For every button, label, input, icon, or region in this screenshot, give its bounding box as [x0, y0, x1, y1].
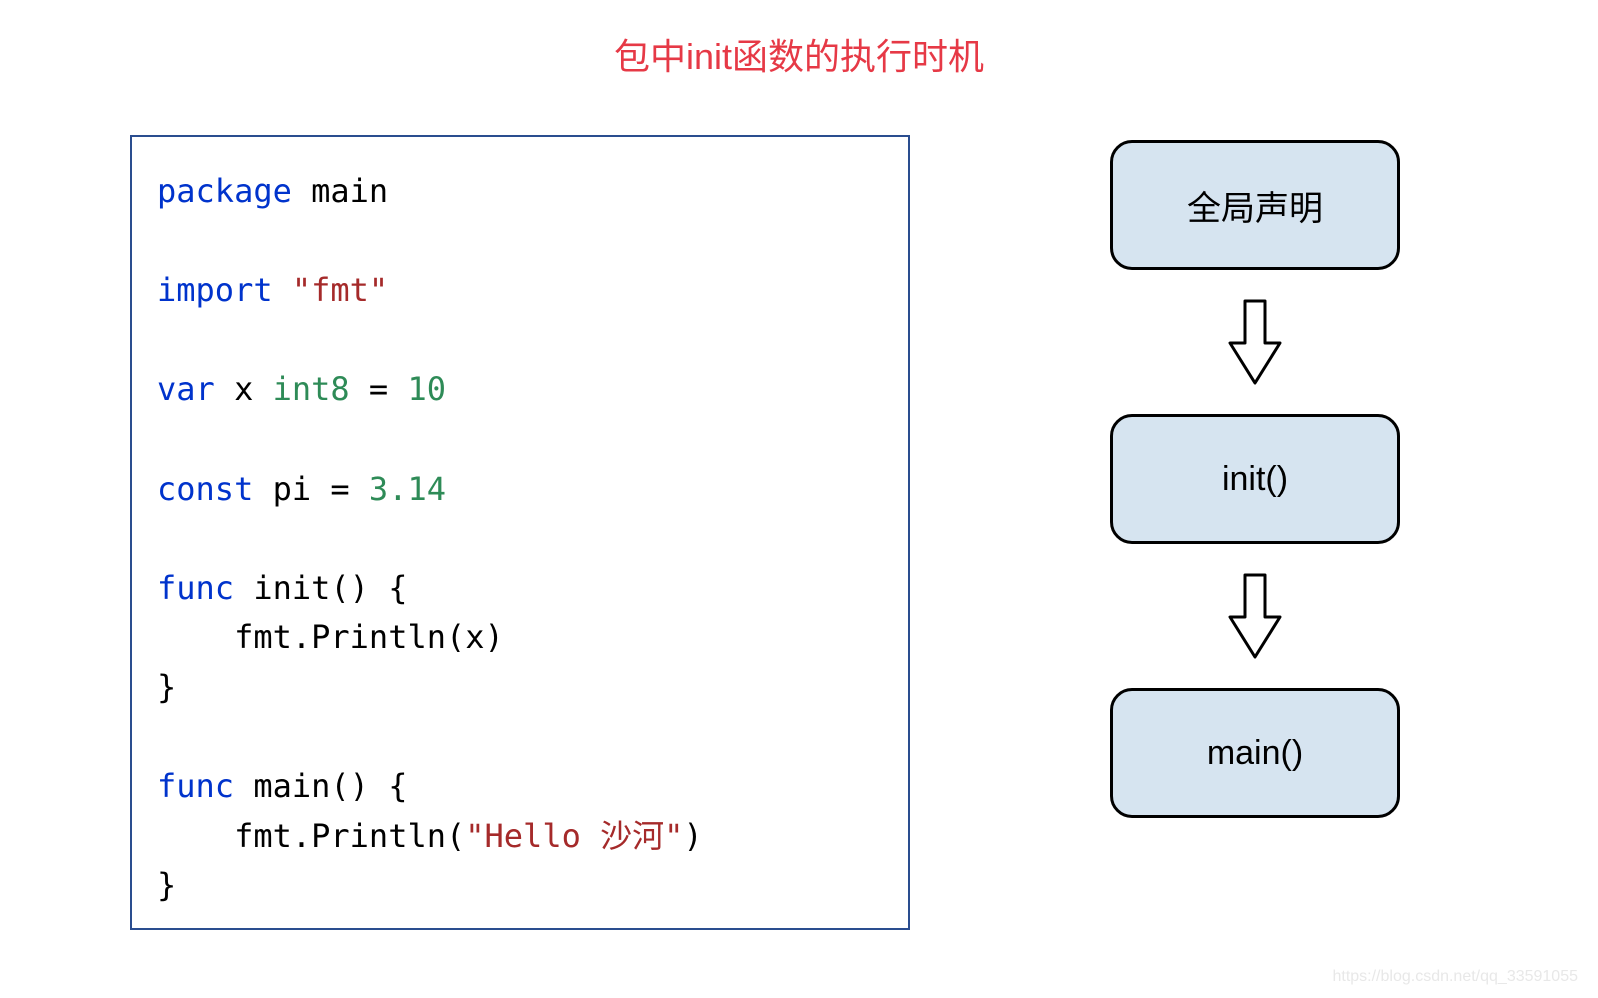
ident-main-decl: main() {	[234, 767, 407, 805]
down-arrow-icon	[1225, 298, 1285, 386]
brace-close-1: }	[157, 668, 176, 706]
flow-label-1: 全局声明	[1187, 181, 1323, 230]
code-pre: package main import "fmt" var x int8 = 1…	[157, 167, 883, 911]
type-int8: int8	[273, 370, 350, 408]
keyword-package: package	[157, 172, 292, 210]
flow-box-init: init()	[1110, 414, 1400, 544]
ident-println-open: fmt.Println(	[157, 817, 465, 855]
ident-main: main	[292, 172, 388, 210]
keyword-var: var	[157, 370, 215, 408]
ident-println-close: )	[683, 817, 702, 855]
num-pi: 3.14	[369, 470, 446, 508]
ident-println-x: fmt.Println(x)	[157, 618, 504, 656]
ident-x: x	[215, 370, 273, 408]
arrow-1	[1225, 298, 1285, 386]
ident-init-decl: init() {	[234, 569, 407, 607]
keyword-const: const	[157, 470, 253, 508]
brace-close-2: }	[157, 866, 176, 904]
diagram-title: 包中init函数的执行时机	[0, 0, 1598, 80]
arrow-2	[1225, 572, 1285, 660]
keyword-import: import	[157, 271, 273, 309]
op-eq: =	[350, 370, 408, 408]
flow-box-main: main()	[1110, 688, 1400, 818]
keyword-func-2: func	[157, 767, 234, 805]
content-wrapper: package main import "fmt" var x int8 = 1…	[0, 135, 1598, 930]
flow-label-2: init()	[1222, 460, 1288, 499]
watermark-text: https://blog.csdn.net/qq_33591055	[1332, 968, 1578, 986]
ident-pi: pi =	[253, 470, 369, 508]
flow-label-3: main()	[1207, 734, 1303, 773]
flow-column: 全局声明 init() main()	[1110, 135, 1400, 818]
string-hello: "Hello 沙河"	[465, 817, 683, 855]
down-arrow-icon	[1225, 572, 1285, 660]
num-10: 10	[407, 370, 446, 408]
flow-box-global-decl: 全局声明	[1110, 140, 1400, 270]
string-fmt: "fmt"	[273, 271, 389, 309]
code-block: package main import "fmt" var x int8 = 1…	[130, 135, 910, 930]
keyword-func-1: func	[157, 569, 234, 607]
